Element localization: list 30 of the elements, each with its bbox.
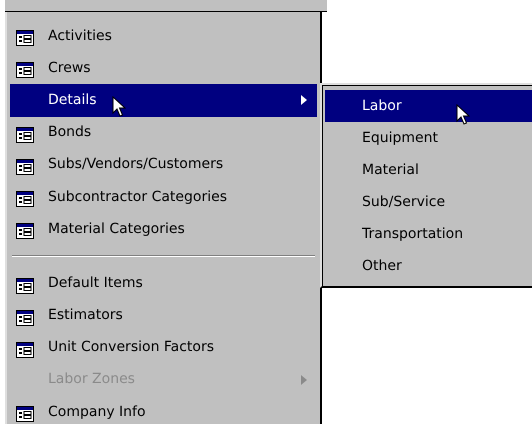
submenu-item[interactable]: Material [325, 154, 532, 186]
mouse-pointer-icon [112, 96, 126, 118]
mouse-pointer-icon [456, 104, 470, 126]
menu-item-label: Details [48, 90, 97, 110]
menu-item[interactable]: Details [10, 84, 317, 117]
menu-item[interactable]: Material Categories [10, 213, 317, 246]
menu-item-label: Subcontractor Categories [48, 188, 228, 207]
menu-item-label: Default Items [48, 274, 143, 293]
menu-item[interactable]: Estimators [10, 300, 317, 332]
submenu-item[interactable]: Sub/Service [325, 186, 532, 218]
menu-item[interactable]: Activities [10, 20, 317, 52]
menu-item[interactable]: Default Items [10, 267, 317, 300]
submenu-item[interactable]: Equipment [325, 122, 532, 154]
submenu-item[interactable]: Other [325, 250, 532, 282]
submenu-item[interactable]: Transportation [325, 218, 532, 250]
menu-item-label: Activities [48, 26, 112, 46]
menu-item-label: Unit Conversion Factors [48, 338, 214, 358]
menu-item-label: Estimators [48, 306, 123, 326]
menu-item[interactable]: Unit Conversion Factors [10, 332, 317, 364]
menu-item[interactable]: Subs/Vendors/Customers [10, 148, 317, 181]
menu-item-label: Crews [48, 58, 91, 78]
menu-item[interactable]: Company Info [10, 396, 317, 424]
menu-item-label: Subs/Vendors/Customers [48, 155, 224, 174]
menu-item[interactable]: Subcontractor Categories [10, 180, 317, 214]
menu-item-label: Company Info [48, 402, 146, 422]
menu-item[interactable]: Crews [10, 52, 317, 84]
submenu-item[interactable]: Labor [325, 90, 532, 122]
menu-item[interactable]: Bonds [10, 116, 317, 149]
menu-item-label: Material Categories [48, 220, 185, 239]
menu-item-label: Bonds [48, 123, 92, 142]
